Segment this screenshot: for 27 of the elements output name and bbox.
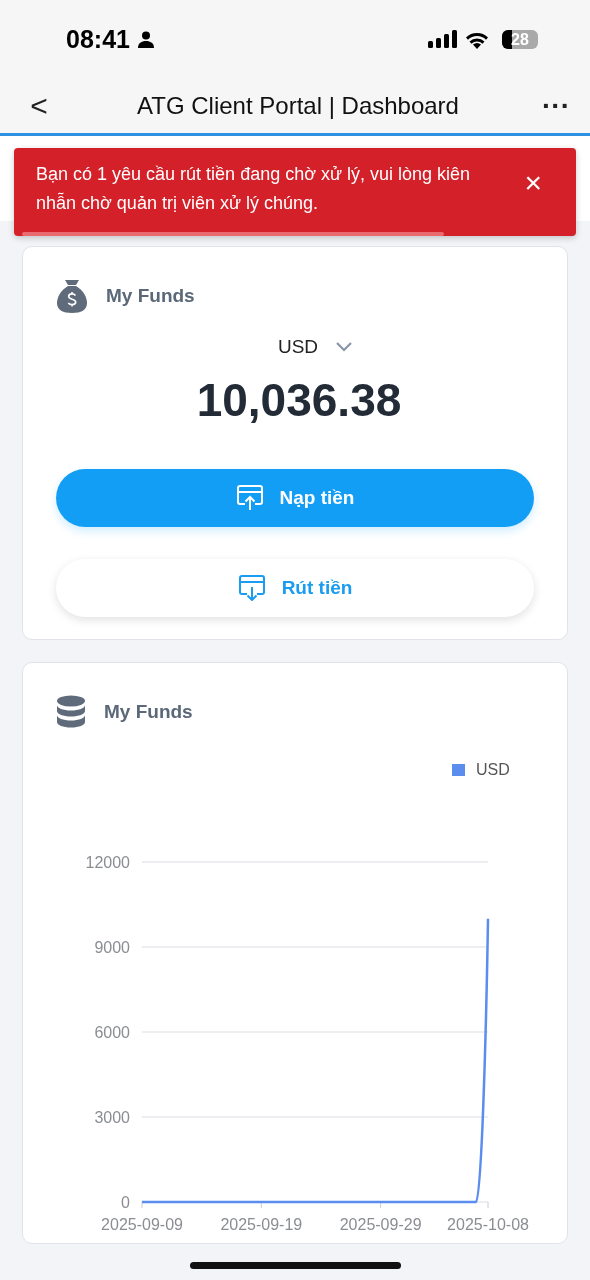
- more-button[interactable]: ···: [542, 89, 570, 122]
- chevron-down-icon: [336, 342, 353, 352]
- y-tick-label: 0: [121, 1194, 130, 1211]
- balance-amount: 10,036.38: [196, 373, 402, 427]
- database-icon: [56, 695, 86, 729]
- close-button[interactable]: ×: [524, 168, 560, 198]
- upload-icon: [235, 485, 264, 511]
- status-time: 08:41: [66, 24, 130, 54]
- card-title: My Funds: [106, 285, 195, 307]
- x-tick-label: 2025-10-08: [447, 1216, 529, 1233]
- money-bag-icon: [56, 279, 88, 313]
- alert-message: Bạn có 1 yêu cầu rút tiền đang chờ xử lý, vui lòng kiên nhẫn chờ quản trị viên xử lý chúng.: [36, 163, 472, 215]
- y-tick-label: 6000: [94, 1024, 130, 1041]
- card-title: My Funds: [104, 701, 193, 723]
- page-title: ATG Client Portal | Dashboard: [136, 91, 460, 120]
- y-tick-label: 3000: [94, 1109, 130, 1126]
- download-icon: [237, 575, 266, 601]
- x-tick-label: 2025-09-09: [101, 1216, 183, 1233]
- currency-dropdown[interactable]: USD: [271, 335, 359, 359]
- person-icon: [137, 30, 154, 48]
- legend-label: USD: [476, 761, 510, 778]
- x-tick-label: 2025-09-29: [339, 1216, 422, 1233]
- y-tick-label: 9000: [94, 939, 130, 956]
- back-button[interactable]: <: [24, 88, 54, 123]
- y-tick-label: 12000: [85, 854, 130, 871]
- signal-icon: [428, 30, 458, 48]
- x-tick-label: 2025-09-19: [220, 1216, 303, 1233]
